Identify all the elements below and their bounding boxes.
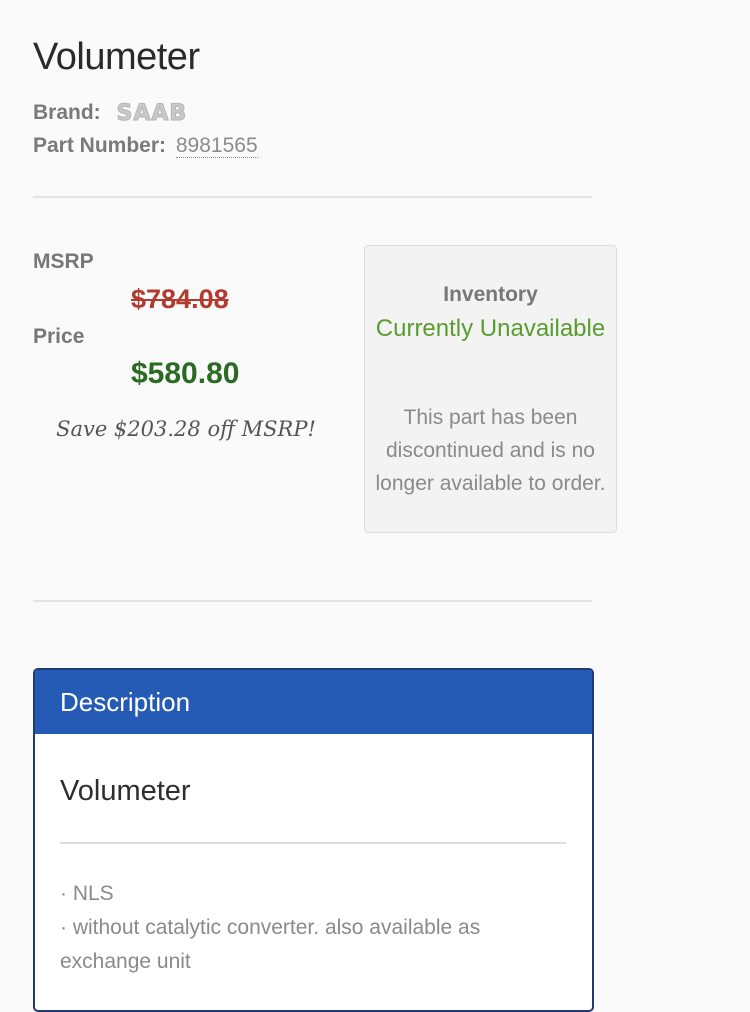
description-note-item: · without catalytic converter. also avai… bbox=[60, 916, 481, 973]
description-panel: Description Volumeter · NLS · without ca… bbox=[33, 668, 594, 1012]
description-header: Description bbox=[35, 670, 592, 734]
part-number-value[interactable]: 8981565 bbox=[175, 134, 258, 158]
inventory-note: This part has been discontinued and is n… bbox=[375, 406, 606, 495]
inventory-status: Currently Unavailable bbox=[375, 315, 606, 342]
savings-text: Save $203.28 off MSRP! bbox=[56, 417, 316, 441]
msrp-value: $784.08 bbox=[131, 284, 229, 314]
product-title: Volumeter bbox=[33, 36, 200, 78]
part-number-label: Part Number: bbox=[33, 134, 167, 157]
description-title: Volumeter bbox=[60, 775, 191, 807]
section-divider-top bbox=[33, 196, 592, 198]
msrp-label: MSRP bbox=[33, 250, 94, 273]
price-value: $580.80 bbox=[131, 357, 240, 390]
part-number-row: Part Number: 8981565 bbox=[33, 134, 258, 158]
section-divider-bottom bbox=[33, 600, 592, 602]
description-notes: · NLS · without catalytic converter. als… bbox=[60, 877, 530, 979]
description-divider bbox=[60, 842, 566, 844]
price-label: Price bbox=[33, 325, 85, 348]
inventory-heading: Inventory bbox=[443, 283, 538, 306]
inventory-box: Inventory Currently Unavailable This par… bbox=[364, 245, 617, 533]
description-note-item: · NLS bbox=[60, 882, 114, 905]
brand-row: Brand: SAAB bbox=[33, 101, 188, 127]
saab-logo: SAAB bbox=[116, 101, 188, 127]
brand-label: Brand: bbox=[33, 101, 101, 124]
